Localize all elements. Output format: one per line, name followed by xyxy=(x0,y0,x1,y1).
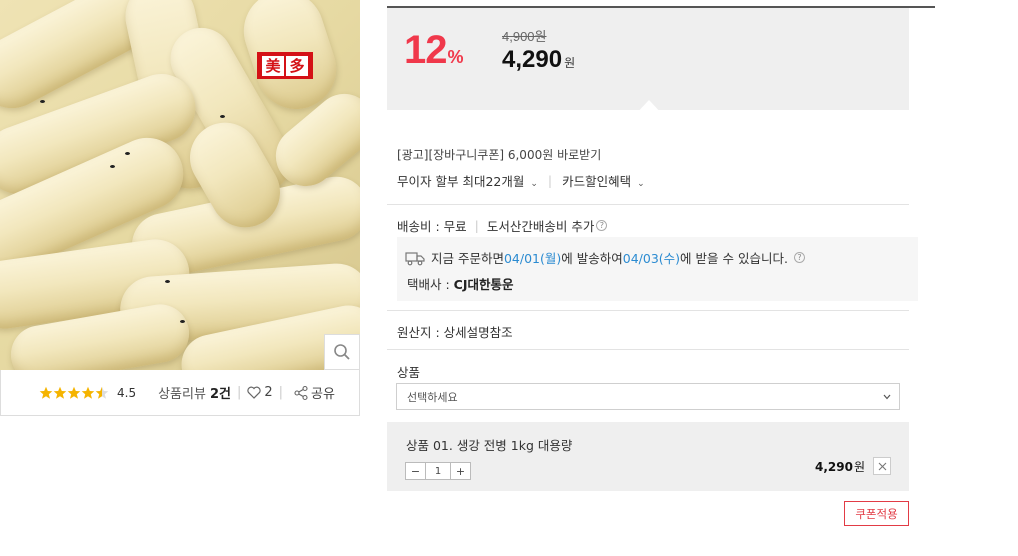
option-select[interactable]: 선택하세요 xyxy=(396,383,900,410)
increase-button[interactable]: + xyxy=(451,463,470,479)
help-icon[interactable]: ? xyxy=(793,252,805,263)
star-half-icon xyxy=(95,386,109,399)
divider: | xyxy=(236,385,242,400)
remote-area-fee: 도서산간배송비 추가 xyxy=(486,219,595,234)
benefits-row: 무이자 할부 최대22개월 ⌄ | 카드할인혜택 ⌄ xyxy=(397,171,645,190)
carrier: 택배사 : CJ대한통운 xyxy=(407,277,514,292)
heart-icon xyxy=(247,386,261,399)
review-link[interactable]: 상품리뷰 2건 xyxy=(158,383,231,402)
magnifier-icon xyxy=(334,344,350,360)
truck-icon xyxy=(405,251,425,265)
card-discount-dropdown[interactable]: 카드할인혜택 ⌄ xyxy=(562,171,645,190)
rating-value: 4.5 xyxy=(117,385,137,400)
section-divider xyxy=(387,204,909,205)
ad-coupon-link[interactable]: [광고][장바구니쿠폰] 6,000원 바로받기 xyxy=(397,146,601,163)
review-count: 2건 xyxy=(209,387,231,402)
quantity-input[interactable]: 1 xyxy=(425,463,451,479)
section-divider xyxy=(387,310,909,311)
like-count: 2 xyxy=(264,385,273,400)
rating-stars xyxy=(39,386,109,400)
product-image[interactable]: 美 多 xyxy=(0,0,360,370)
chevron-down-icon: ⌄ xyxy=(637,179,645,189)
delivery-info: 지금 주문하면 04/01(월) 에 발송하여 04/03(수) 에 받을 수 … xyxy=(397,237,918,301)
star-icon xyxy=(81,386,95,399)
quantity-stepper: − 1 + xyxy=(405,462,471,480)
shipping-fee: 배송비 : 무료 xyxy=(397,219,467,234)
origin-info: 원산지 : 상세설명참조 xyxy=(397,325,513,340)
sale-price: 4,290 원 xyxy=(502,46,576,73)
share-icon xyxy=(294,385,308,400)
decrease-button[interactable]: − xyxy=(406,463,425,479)
option-label: 상품 xyxy=(397,365,421,380)
original-price: 4,900원 xyxy=(502,29,547,44)
divider: | xyxy=(547,173,553,188)
star-icon xyxy=(39,386,53,399)
zoom-button[interactable] xyxy=(324,334,360,370)
apply-coupon-button[interactable]: 쿠폰적용 xyxy=(844,501,909,526)
item-name: 상품 01. 생강 전병 1kg 대용량 xyxy=(406,438,573,453)
arrival-date: 04/03(수) xyxy=(622,251,681,266)
shipping-row: 배송비 : 무료 | 도서산간배송비 추가 ? xyxy=(397,216,608,235)
divider: | xyxy=(474,218,479,233)
brand-logo: 美 多 xyxy=(257,52,313,79)
item-price: 4,290원 xyxy=(814,460,865,474)
remove-item-button[interactable] xyxy=(873,457,891,475)
price-notch xyxy=(634,100,664,116)
like-button[interactable]: 2 xyxy=(247,385,273,400)
installment-dropdown[interactable]: 무이자 할부 최대22개월 ⌄ xyxy=(397,171,538,190)
close-icon xyxy=(878,462,886,470)
star-icon xyxy=(67,386,81,399)
discount-rate: 12% xyxy=(404,28,464,72)
ship-date: 04/01(월) xyxy=(503,251,562,266)
divider: | xyxy=(278,385,284,400)
help-icon[interactable]: ? xyxy=(596,220,608,231)
star-icon xyxy=(53,386,67,399)
price-box: 12% 4,900원 4,290 원 xyxy=(387,8,909,116)
carrier-name: CJ대한통운 xyxy=(453,277,514,292)
section-divider xyxy=(387,349,909,350)
delivery-estimate: 지금 주문하면 04/01(월) 에 발송하여 04/03(수) 에 받을 수 … xyxy=(405,248,805,267)
chevron-down-icon: ⌄ xyxy=(530,179,538,189)
review-bar: 4.5 상품리뷰 2건 | 2 | 공유 xyxy=(0,370,360,416)
chevron-down-icon xyxy=(883,394,891,399)
share-button[interactable]: 공유 xyxy=(293,383,335,402)
selected-item: 상품 01. 생강 전병 1kg 대용량 − 1 + 4,290원 xyxy=(387,422,909,491)
